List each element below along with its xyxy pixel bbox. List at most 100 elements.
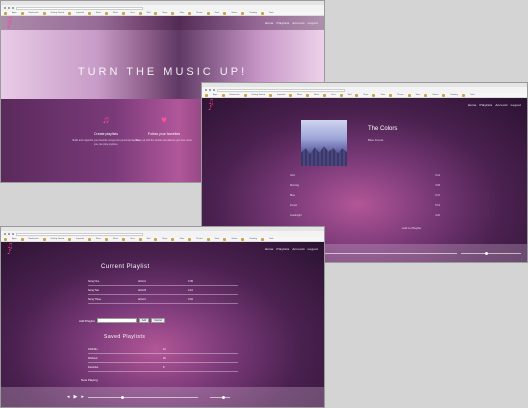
table-cell: Song Two — [88, 288, 100, 292]
site-logo[interactable]: ♫ ♪ — [208, 99, 214, 112]
nav-link[interactable]: Logout — [308, 247, 318, 251]
current-playlist-table: Song One Artist A 3:45 Song Two Artist B 4:10… — [88, 277, 238, 304]
bookmark-item[interactable]: Photos — [196, 238, 202, 241]
track-row[interactable]: Forest 5:01 — [290, 200, 440, 210]
bookmark-item[interactable]: Docs — [130, 238, 135, 241]
bookmark-item[interactable]: Store — [215, 12, 220, 15]
table-row[interactable]: Song Three Artist C 3:02 — [88, 295, 238, 304]
play-icon[interactable]: ▶ — [74, 394, 78, 400]
add-playlist-label: Add Playlist — [79, 318, 95, 323]
bookmark-item[interactable]: Mail — [147, 12, 151, 15]
track-name: Morning — [290, 183, 300, 187]
table-cell: Favorites — [88, 365, 99, 369]
table-cell: Artist C — [138, 297, 147, 301]
bookmark-item[interactable]: Store — [215, 238, 220, 241]
bookmark-item[interactable]: Apps — [12, 12, 17, 15]
bookmark-item[interactable]: Apps — [12, 238, 17, 241]
bookmark-item[interactable]: Reading — [249, 12, 256, 15]
track-name: Intro — [290, 173, 296, 177]
nav-link[interactable]: Playlists — [277, 21, 290, 25]
nav-link[interactable]: Account — [292, 21, 304, 25]
bookmark-item[interactable]: Bookmarks — [29, 12, 39, 15]
add-button[interactable]: Add — [138, 318, 150, 323]
bookmark-item[interactable]: Bookmarks — [29, 238, 39, 241]
bookmark-item[interactable]: Maps — [162, 238, 167, 241]
bookmark-item[interactable]: Music — [314, 94, 319, 97]
bookmark-folder-icon — [188, 11, 192, 15]
hero-title: TURN THE MUSIC UP! — [77, 66, 248, 78]
add-to-playlist-link[interactable]: Add to Playlist — [402, 226, 421, 230]
track-name: Goodnight — [290, 213, 302, 217]
nav-link[interactable]: Home — [265, 247, 274, 251]
bookmark-item[interactable]: Imported — [277, 94, 285, 97]
bookmark-item[interactable]: News — [297, 94, 302, 97]
bookmark-item[interactable]: Photos — [196, 12, 202, 15]
previous-icon[interactable]: ◂ — [67, 394, 70, 400]
bookmark-item[interactable]: Tools — [269, 12, 274, 15]
bookmark-item[interactable]: Maps — [162, 12, 167, 15]
bookmark-folder-icon — [138, 237, 142, 241]
table-row[interactable]: Song Two Artist B 4:10 — [88, 286, 238, 295]
nav-link[interactable]: Account — [495, 103, 507, 107]
nav-link[interactable]: Playlists — [480, 103, 493, 107]
track-row[interactable]: Intro 3:12 — [290, 170, 440, 180]
bookmark-item[interactable]: Imported — [76, 238, 84, 241]
track-row[interactable]: Morning 4:05 — [290, 180, 440, 190]
next-icon[interactable]: ▸ — [81, 394, 84, 400]
playlist-name-input[interactable] — [96, 318, 137, 323]
track-row[interactable]: Blue 3:47 — [290, 190, 440, 200]
bookmark-item[interactable]: Tools — [269, 238, 274, 241]
bookmark-item[interactable]: Maps — [363, 94, 368, 97]
bookmark-folder-icon — [4, 237, 7, 241]
bookmark-item[interactable]: Videos — [231, 12, 237, 15]
bookmark-item[interactable]: Getting Started — [252, 94, 265, 97]
table-row[interactable]: Workout 20 — [88, 354, 238, 363]
bookmark-item[interactable]: Videos — [432, 94, 438, 97]
bookmark-item[interactable]: News — [96, 238, 101, 241]
site-logo[interactable]: ♫ ♪ — [7, 243, 13, 256]
track-row[interactable]: Goodnight 4:20 — [290, 210, 440, 220]
bookmark-folder-icon — [171, 11, 175, 15]
bookmark-item[interactable]: Getting Started — [51, 12, 64, 15]
bookmark-item[interactable]: Videos — [231, 238, 237, 241]
bookmark-item[interactable]: Docs — [130, 12, 135, 15]
table-row[interactable]: Song One Artist A 3:45 — [88, 277, 238, 286]
nav-link[interactable]: Logout — [511, 103, 521, 107]
progress-bar[interactable] — [87, 395, 198, 399]
bookmark-item[interactable]: Other — [179, 238, 184, 241]
nav-link[interactable]: Home — [265, 21, 274, 25]
bookmark-item[interactable]: Reading — [249, 238, 256, 241]
bookmark-item[interactable]: Photos — [397, 94, 403, 97]
bookmark-folder-icon — [42, 11, 46, 15]
saved-playlists-table: Chill Mix 12 Workout 20 Favorites 8 — [88, 345, 238, 372]
bookmark-item[interactable]: Bookmarks — [230, 94, 240, 97]
bookmark-item[interactable]: Docs — [331, 94, 336, 97]
bookmark-item[interactable]: Other — [179, 12, 184, 15]
volume-bar[interactable] — [461, 251, 521, 255]
bookmark-item[interactable]: Store — [416, 94, 421, 97]
bookmark-item[interactable]: Other — [380, 94, 385, 97]
nav-link[interactable]: Logout — [308, 21, 318, 25]
bookmark-item[interactable]: Getting Started — [51, 238, 64, 241]
bookmark-item[interactable]: Mail — [348, 94, 352, 97]
cancel-button[interactable]: Cancel — [151, 318, 165, 323]
bookmark-folder-icon — [339, 93, 343, 97]
track-time: 5:01 — [435, 203, 440, 207]
bookmark-item[interactable]: Mail — [147, 238, 151, 241]
site-logo[interactable]: ♫ ♪ — [7, 17, 13, 30]
volume-bar[interactable] — [209, 395, 230, 399]
nav-link[interactable]: Home — [468, 103, 477, 107]
bookmark-item[interactable]: Imported — [76, 12, 84, 15]
nav-link[interactable]: Account — [292, 247, 304, 251]
table-row[interactable]: Favorites 8 — [88, 363, 238, 372]
nav-link[interactable]: Playlists — [277, 247, 290, 251]
table-cell: 4:10 — [188, 288, 193, 292]
bookmark-item[interactable]: Tools — [470, 94, 475, 97]
bookmark-folder-icon — [241, 11, 245, 15]
bookmark-item[interactable]: Music — [113, 12, 118, 15]
bookmark-item[interactable]: Reading — [450, 94, 457, 97]
bookmark-item[interactable]: News — [96, 12, 101, 15]
table-row[interactable]: Chill Mix 12 — [88, 345, 238, 354]
bookmark-item[interactable]: Apps — [213, 94, 218, 97]
bookmark-item[interactable]: Music — [113, 238, 118, 241]
